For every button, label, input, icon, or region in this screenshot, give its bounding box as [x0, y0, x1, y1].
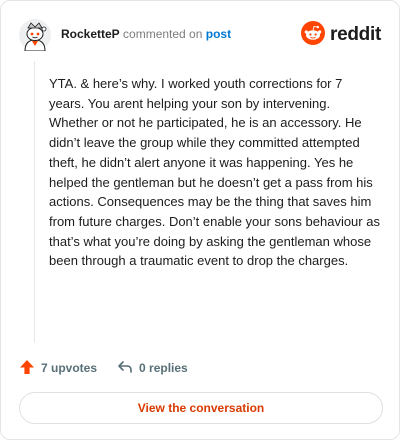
comment-meta: RocketteP commented on post: [61, 27, 231, 41]
upvote-button[interactable]: 7 upvotes: [19, 359, 97, 378]
thread-line: [34, 61, 35, 343]
action-text: commented on: [123, 27, 203, 41]
reddit-brand[interactable]: reddit: [301, 20, 381, 50]
username-link[interactable]: RocketteP: [61, 27, 120, 41]
replies-button[interactable]: 0 replies: [117, 359, 188, 378]
reddit-logo-icon: [301, 20, 326, 50]
view-conversation-button[interactable]: View the conversation: [19, 392, 383, 424]
comment-body: YTA. & here’s why. I worked youth correc…: [49, 76, 380, 269]
upvote-arrow-icon: [19, 359, 41, 378]
reply-arrow-icon: [117, 359, 139, 378]
comment-actions: 7 upvotes 0 replies: [19, 358, 208, 378]
reply-count: 0 replies: [139, 361, 188, 375]
reddit-wordmark: reddit: [330, 24, 381, 45]
comment-card: RocketteP commented on post reddit YTA. …: [0, 0, 400, 440]
comment-header: RocketteP commented on post reddit: [19, 19, 381, 52]
post-link[interactable]: post: [206, 27, 231, 41]
snoo-avatar-icon[interactable]: [19, 19, 51, 52]
upvote-count: 7 upvotes: [41, 361, 98, 375]
